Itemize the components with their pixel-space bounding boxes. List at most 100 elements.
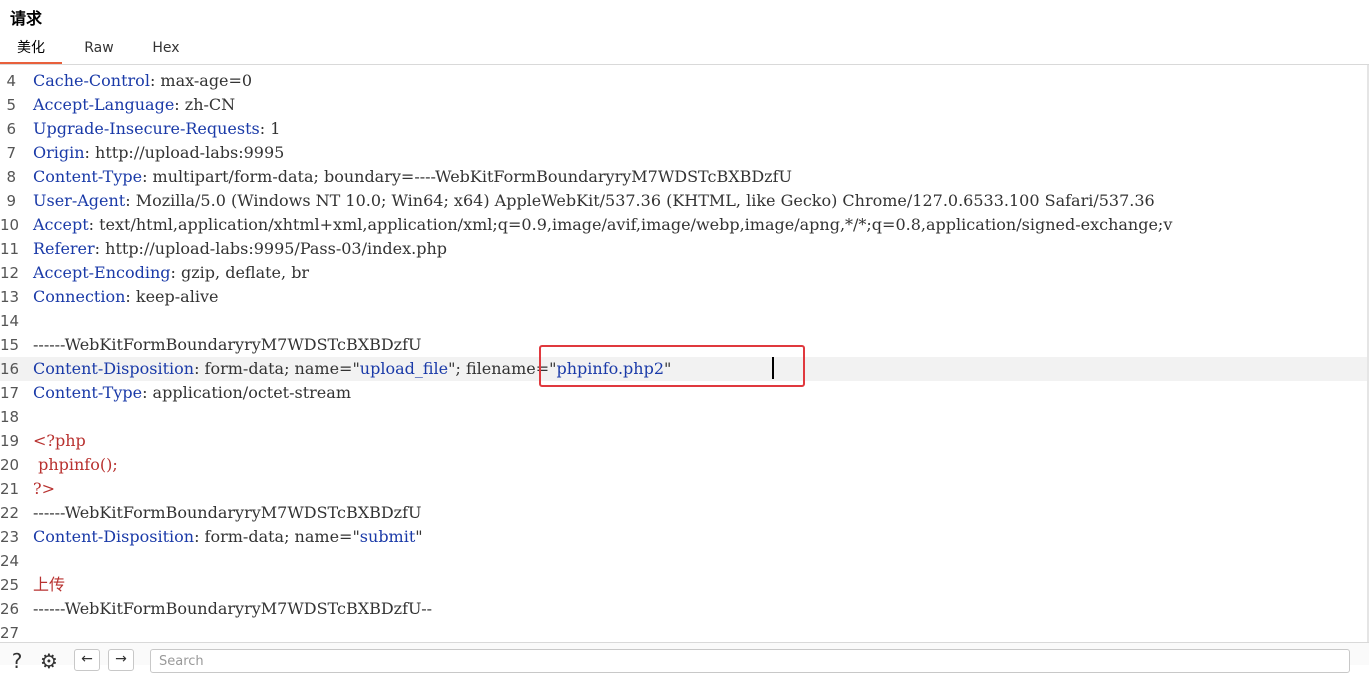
code-line[interactable]: 4 Cache-Control: max-age=0 bbox=[0, 69, 1369, 93]
line-content: ------WebKitFormBoundaryryM7WDSTcBXBDzfU… bbox=[33, 597, 432, 621]
header-name: Content-Disposition bbox=[33, 359, 195, 378]
code-line[interactable]: 21 ?> bbox=[0, 477, 1369, 501]
search-bar: ? ⚙ ← → bbox=[0, 642, 1369, 673]
line-number: 24 bbox=[0, 552, 20, 570]
body-text: <?php bbox=[33, 431, 86, 450]
line-content: Accept-Encoding: gzip, deflate, br bbox=[33, 261, 309, 285]
line-content: Content-Type: application/octet-stream bbox=[33, 381, 351, 405]
line-content: Content-Disposition: form-data; name="up… bbox=[33, 357, 671, 381]
line-content: Connection: keep-alive bbox=[33, 285, 218, 309]
text-caret bbox=[772, 357, 774, 379]
line-number: 27 bbox=[0, 624, 20, 642]
header-value: : application/octet-stream bbox=[142, 383, 351, 402]
line-content: Origin: http://upload-labs:9995 bbox=[33, 141, 284, 165]
code-line[interactable]: 22 ------WebKitFormBoundaryryM7WDSTcBXBDz… bbox=[0, 501, 1369, 525]
panel-title: 请求 bbox=[10, 9, 43, 28]
header-name: Accept-Language bbox=[33, 95, 175, 114]
code-line[interactable]: 17 Content-Type: application/octet-stream bbox=[0, 381, 1369, 405]
boundary-text: ------WebKitFormBoundaryryM7WDSTcBXBDzfU bbox=[33, 335, 422, 354]
header-name: Content-Type bbox=[33, 167, 143, 186]
line-number: 16 bbox=[0, 360, 20, 378]
header-value: : gzip, deflate, br bbox=[170, 263, 310, 282]
code-line[interactable]: 5 Accept-Language: zh-CN bbox=[0, 93, 1369, 117]
code-line[interactable]: 12 Accept-Encoding: gzip, deflate, br bbox=[0, 261, 1369, 285]
line-content: Accept: text/html,application/xhtml+xml,… bbox=[33, 213, 1172, 237]
header-name: Content-Disposition bbox=[33, 527, 195, 546]
code-line[interactable]: 7 Origin: http://upload-labs:9995 bbox=[0, 141, 1369, 165]
tab-hex[interactable]: Hex bbox=[136, 36, 196, 62]
code-line[interactable]: 23 Content-Disposition: form-data; name="… bbox=[0, 525, 1369, 549]
header-value: : 1 bbox=[259, 119, 281, 138]
line-content: Referer: http://upload-labs:9995/Pass-03… bbox=[33, 237, 447, 261]
line-content: ------WebKitFormBoundaryryM7WDSTcBXBDzfU bbox=[33, 333, 422, 357]
line-content: User-Agent: Mozilla/5.0 (Windows NT 10.0… bbox=[33, 189, 1155, 213]
code-line[interactable]: 27 bbox=[0, 621, 1369, 642]
line-content: phpinfo(); bbox=[33, 453, 118, 477]
quoted-value: upload_file bbox=[359, 359, 449, 378]
header-name: Cache-Control bbox=[33, 71, 150, 90]
code-line[interactable]: 24 bbox=[0, 549, 1369, 573]
line-content: <?php bbox=[33, 429, 86, 453]
arrow-left-icon: ← bbox=[81, 651, 93, 667]
prev-match-button[interactable]: ← bbox=[74, 649, 100, 671]
code-line[interactable]: 25 上传 bbox=[0, 573, 1369, 597]
next-match-button[interactable]: → bbox=[108, 649, 134, 671]
code-line[interactable]: 16 Content-Disposition: form-data; name="… bbox=[0, 357, 1369, 381]
line-content: Cache-Control: max-age=0 bbox=[33, 69, 252, 93]
line-number: 22 bbox=[0, 504, 20, 522]
body-text: phpinfo(); bbox=[33, 455, 118, 474]
code-line[interactable]: 26 ------WebKitFormBoundaryryM7WDSTcBXBDz… bbox=[0, 597, 1369, 621]
header-value: : zh-CN bbox=[174, 95, 236, 114]
header-value: : multipart/form-data; boundary=----WebK… bbox=[142, 167, 793, 186]
line-number: 6 bbox=[6, 120, 16, 138]
code-line[interactable]: 6 Upgrade-Insecure-Requests: 1 bbox=[0, 117, 1369, 141]
tab-raw[interactable]: Raw bbox=[70, 36, 128, 62]
line-number: 5 bbox=[6, 96, 16, 114]
filename-value: phpinfo.php2 bbox=[556, 359, 665, 378]
line-number: 23 bbox=[0, 528, 20, 546]
code-line[interactable]: 19 <?php bbox=[0, 429, 1369, 453]
header-value: : form-data; name=" bbox=[194, 527, 360, 546]
line-number: 14 bbox=[0, 312, 20, 330]
line-number: 10 bbox=[0, 216, 20, 234]
line-content: Upgrade-Insecure-Requests: 1 bbox=[33, 117, 280, 141]
line-number: 7 bbox=[6, 144, 16, 162]
header-value: : Mozilla/5.0 (Windows NT 10.0; Win64; x… bbox=[125, 191, 1155, 210]
line-number: 20 bbox=[0, 456, 20, 474]
line-number: 15 bbox=[0, 336, 20, 354]
help-icon[interactable]: ? bbox=[6, 651, 28, 673]
gear-icon[interactable]: ⚙ bbox=[38, 651, 60, 673]
tab-pretty[interactable]: 美化 bbox=[0, 36, 62, 64]
line-number: 25 bbox=[0, 576, 20, 594]
line-content: 上传 bbox=[33, 573, 65, 597]
code-line[interactable]: 8 Content-Type: multipart/form-data; boun… bbox=[0, 165, 1369, 189]
header-value: : text/html,application/xhtml+xml,applic… bbox=[88, 215, 1173, 234]
quoted-value: submit bbox=[359, 527, 416, 546]
code-line[interactable]: 20 phpinfo(); bbox=[0, 453, 1369, 477]
header-name: User-Agent bbox=[33, 191, 126, 210]
request-editor[interactable]: 4 Cache-Control: max-age=0 5 Accept-Languag… bbox=[0, 65, 1369, 642]
body-text: ?> bbox=[33, 479, 55, 498]
code-line[interactable]: 14 bbox=[0, 309, 1369, 333]
line-number: 9 bbox=[6, 192, 16, 210]
closing-quote: " bbox=[664, 359, 672, 378]
code-line[interactable]: 13 Connection: keep-alive bbox=[0, 285, 1369, 309]
code-line[interactable]: 15 ------WebKitFormBoundaryryM7WDSTcBXBDz… bbox=[0, 333, 1369, 357]
line-number: 21 bbox=[0, 480, 20, 498]
boundary-text: ------WebKitFormBoundaryryM7WDSTcBXBDzfU bbox=[33, 503, 422, 522]
header-name: Origin bbox=[33, 143, 85, 162]
line-number: 17 bbox=[0, 384, 20, 402]
line-content: ?> bbox=[33, 477, 55, 501]
line-number: 12 bbox=[0, 264, 20, 282]
line-number: 26 bbox=[0, 600, 20, 618]
header-value: : http://upload-labs:9995 bbox=[84, 143, 285, 162]
code-line[interactable]: 18 bbox=[0, 405, 1369, 429]
line-number: 18 bbox=[0, 408, 20, 426]
search-input[interactable] bbox=[150, 649, 1350, 673]
code-line[interactable]: 9 User-Agent: Mozilla/5.0 (Windows NT 10.… bbox=[0, 189, 1369, 213]
header-name: Accept bbox=[33, 215, 89, 234]
header-value: : http://upload-labs:9995/Pass-03/index.… bbox=[94, 239, 448, 258]
line-content: Accept-Language: zh-CN bbox=[33, 93, 235, 117]
code-line[interactable]: 11 Referer: http://upload-labs:9995/Pass-… bbox=[0, 237, 1369, 261]
code-line[interactable]: 10 Accept: text/html,application/xhtml+xm… bbox=[0, 213, 1369, 237]
